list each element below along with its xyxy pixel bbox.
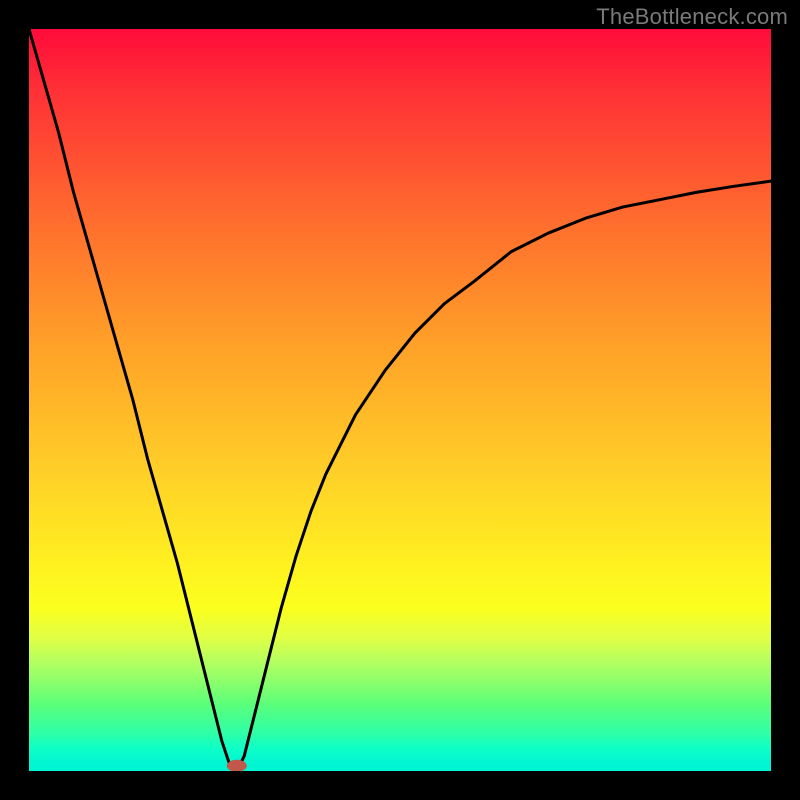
- bottleneck-curve: [29, 29, 771, 771]
- curve-layer: [29, 29, 771, 771]
- watermark-text: TheBottleneck.com: [596, 4, 788, 30]
- plot-area: [29, 29, 771, 771]
- chart-frame: TheBottleneck.com: [0, 0, 800, 800]
